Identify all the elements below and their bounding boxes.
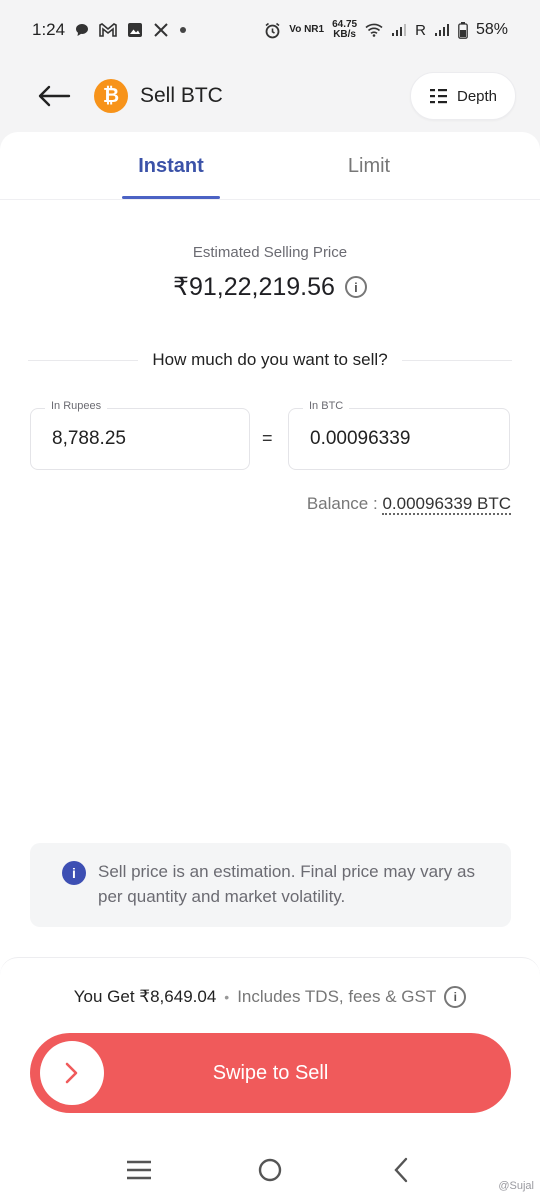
you-get-amount: You Get ₹8,649.04	[73, 987, 217, 1006]
tab-limit[interactable]: Limit	[320, 132, 418, 200]
includes-fees-text: Includes TDS, fees & GST	[237, 987, 437, 1006]
order-type-tabs: Instant Limit	[0, 132, 540, 200]
equals-sign: =	[262, 428, 273, 448]
battery-icon	[458, 21, 468, 39]
info-icon: i	[62, 861, 86, 885]
notice-text: Sell price is an estimation. Final price…	[98, 862, 475, 906]
rupees-input-label: In Rupees	[45, 400, 108, 412]
balance-row: Balance : 0.00096339 BTC	[306, 494, 511, 515]
price-info-icon[interactable]: i	[344, 276, 367, 298]
network-speed: 64.75 KB/s	[332, 20, 357, 40]
divider-line-right	[401, 359, 513, 361]
divider-line-left	[28, 359, 139, 361]
home-circle-icon	[258, 1158, 282, 1182]
volte-indicator: Vo NR1	[289, 24, 325, 35]
balance-label: Balance :	[306, 494, 378, 513]
watermark: @Sujal	[498, 1180, 534, 1192]
rupees-input[interactable]: In Rupees 8,788.25	[30, 400, 250, 470]
gallery-icon	[127, 22, 143, 38]
depth-button[interactable]: Depth	[410, 72, 516, 120]
recents-button[interactable]	[119, 1150, 159, 1190]
fees-info-icon[interactable]: i	[444, 986, 467, 1008]
gmail-icon	[99, 23, 117, 37]
home-button[interactable]	[250, 1150, 290, 1190]
status-time: 1:24	[32, 20, 66, 39]
system-nav-bar	[0, 1140, 540, 1200]
page-title: Sell BTC	[140, 84, 223, 107]
roaming-indicator: R	[415, 21, 426, 39]
network-speed-unit: KB/s	[333, 29, 356, 40]
price-notice: i Sell price is an estimation. Final pri…	[30, 843, 511, 927]
status-bar: 1:24 Vo NR1 64.75 KB/s R 58%	[0, 0, 540, 60]
signal-icon-1	[391, 23, 407, 37]
btc-input[interactable]: In BTC 0.00096339	[288, 400, 510, 470]
rupees-input-value: 8,788.25	[52, 428, 126, 449]
tab-instant[interactable]: Instant	[122, 132, 220, 200]
question-divider: How much do you want to sell?	[28, 350, 513, 370]
battery-percentage: 58%	[475, 21, 508, 38]
bitcoin-icon: ₿	[94, 79, 128, 113]
depth-label: Depth	[456, 87, 498, 105]
system-back-button[interactable]	[381, 1150, 421, 1190]
signal-icon-2	[434, 23, 450, 37]
chevron-right-icon	[65, 1062, 78, 1084]
btc-input-label: In BTC	[303, 400, 350, 412]
separator-dot: •	[224, 989, 230, 1005]
sell-question: How much do you want to sell?	[152, 350, 388, 369]
alarm-icon	[264, 22, 281, 39]
dot-icon	[179, 26, 187, 34]
wifi-icon	[365, 23, 383, 37]
header: ₿ Sell BTC Depth	[0, 60, 540, 132]
menu-icon	[127, 1160, 152, 1180]
sell-card: Instant Limit Estimated Selling Price ₹9…	[0, 132, 540, 1200]
x-app-icon	[153, 22, 169, 38]
status-right: Vo NR1 64.75 KB/s R 58%	[264, 20, 508, 40]
active-tab-indicator	[122, 196, 220, 199]
swipe-label: Swipe to Sell	[212, 1061, 329, 1084]
arrow-left-icon	[38, 85, 71, 107]
you-get-row: You Get ₹8,649.04 • Includes TDS, fees &…	[0, 986, 540, 1008]
swipe-to-sell-slider[interactable]: Swipe to Sell	[30, 1033, 511, 1113]
depth-icon	[429, 89, 447, 104]
btc-input-value: 0.00096339	[310, 428, 411, 449]
estimated-price-label: Estimated Selling Price	[192, 244, 348, 261]
balance-value[interactable]: 0.00096339 BTC	[382, 494, 511, 515]
swipe-handle[interactable]	[40, 1041, 104, 1105]
status-left: 1:24	[32, 20, 187, 40]
estimated-price-value: ₹91,22,219.56	[173, 273, 335, 301]
estimated-price-row: ₹91,22,219.56 i	[0, 272, 540, 302]
back-button[interactable]	[34, 76, 74, 116]
chat-bubble-icon	[75, 23, 89, 37]
chevron-left-icon	[394, 1157, 407, 1183]
